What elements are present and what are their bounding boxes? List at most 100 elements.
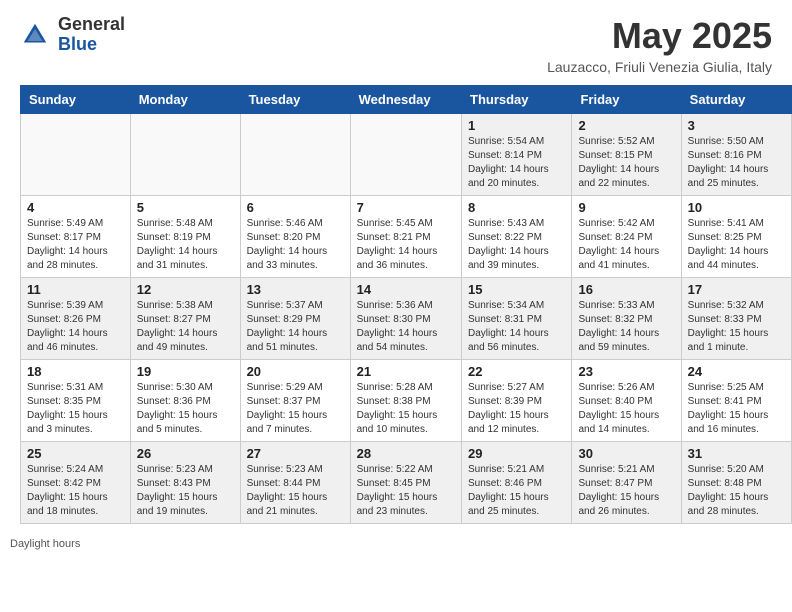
calendar-cell: 16Sunrise: 5:33 AM Sunset: 8:32 PM Dayli… bbox=[572, 278, 681, 360]
day-info: Sunrise: 5:32 AM Sunset: 8:33 PM Dayligh… bbox=[688, 299, 785, 355]
day-info: Sunrise: 5:28 AM Sunset: 8:38 PM Dayligh… bbox=[357, 381, 455, 437]
day-info: Sunrise: 5:20 AM Sunset: 8:48 PM Dayligh… bbox=[688, 463, 785, 519]
day-info: Sunrise: 5:30 AM Sunset: 8:36 PM Dayligh… bbox=[137, 381, 234, 437]
day-number: 4 bbox=[27, 200, 124, 215]
calendar-cell: 14 Sunrise: 5:36 AM Sunset: 8:30 PM Dayli… bbox=[350, 278, 461, 360]
page-header: General Blue May 2025 Lauzacco, Friuli V… bbox=[0, 0, 792, 85]
day-number: 20 bbox=[247, 364, 344, 379]
calendar-cell: 21 Sunrise: 5:28 AM Sunset: 8:38 PM Dayli… bbox=[350, 360, 461, 442]
calendar-cell: 24Sunrise: 5:25 AM Sunset: 8:41 PM Dayli… bbox=[681, 360, 791, 442]
day-number: 13 bbox=[247, 282, 344, 297]
calendar-cell: 15 Sunrise: 5:34 AM Sunset: 8:31 PM Dayli… bbox=[462, 278, 572, 360]
day-number: 23 bbox=[578, 364, 674, 379]
calendar-cell: 5Sunrise: 5:48 AM Sunset: 8:19 PM Daylig… bbox=[130, 196, 240, 278]
footer: Daylight hours bbox=[0, 534, 792, 556]
calendar-week-2: 11 Sunrise: 5:39 AM Sunset: 8:26 PM Dayli… bbox=[21, 278, 792, 360]
day-number: 10 bbox=[688, 200, 785, 215]
day-number: 15 bbox=[468, 282, 565, 297]
day-info: Sunrise: 5:31 AM Sunset: 8:35 PM Dayligh… bbox=[27, 381, 124, 437]
col-sunday: Sunday bbox=[21, 86, 131, 114]
calendar-cell: 25Sunrise: 5:24 AM Sunset: 8:42 PM Dayli… bbox=[21, 442, 131, 524]
calendar-cell: 8Sunrise: 5:43 AM Sunset: 8:22 PM Daylig… bbox=[462, 196, 572, 278]
day-number: 19 bbox=[137, 364, 234, 379]
day-number: 29 bbox=[468, 446, 565, 461]
day-number: 25 bbox=[27, 446, 124, 461]
day-info: Sunrise: 5:39 AM Sunset: 8:26 PM Dayligh… bbox=[27, 299, 124, 355]
calendar-cell: 29 Sunrise: 5:21 AM Sunset: 8:46 PM Dayli… bbox=[462, 442, 572, 524]
title-section: May 2025 Lauzacco, Friuli Venezia Giulia… bbox=[547, 15, 772, 75]
day-number: 22 bbox=[468, 364, 565, 379]
header-row: Sunday Monday Tuesday Wednesday Thursday… bbox=[21, 86, 792, 114]
calendar-cell: 10 Sunrise: 5:41 AM Sunset: 8:25 PM Dayli… bbox=[681, 196, 791, 278]
logo-general: General bbox=[58, 15, 125, 35]
day-info: Sunrise: 5:27 AM Sunset: 8:39 PM Dayligh… bbox=[468, 381, 565, 437]
day-info: Sunrise: 5:41 AM Sunset: 8:25 PM Dayligh… bbox=[688, 217, 785, 273]
logo-icon bbox=[20, 20, 50, 50]
calendar-wrapper: Sunday Monday Tuesday Wednesday Thursday… bbox=[0, 85, 792, 534]
calendar-cell: 23 Sunrise: 5:26 AM Sunset: 8:40 PM Dayli… bbox=[572, 360, 681, 442]
calendar-cell: 18 Sunrise: 5:31 AM Sunset: 8:35 PM Dayli… bbox=[21, 360, 131, 442]
day-number: 30 bbox=[578, 446, 674, 461]
day-number: 7 bbox=[357, 200, 455, 215]
calendar-cell: 6 Sunrise: 5:46 AM Sunset: 8:20 PM Daylig… bbox=[240, 196, 350, 278]
day-number: 14 bbox=[357, 282, 455, 297]
day-number: 12 bbox=[137, 282, 234, 297]
col-wednesday: Wednesday bbox=[350, 86, 461, 114]
day-info: Sunrise: 5:25 AM Sunset: 8:41 PM Dayligh… bbox=[688, 381, 785, 437]
day-info: Sunrise: 5:23 AM Sunset: 8:44 PM Dayligh… bbox=[247, 463, 344, 519]
location: Lauzacco, Friuli Venezia Giulia, Italy bbox=[547, 59, 772, 75]
calendar-cell bbox=[21, 114, 131, 196]
calendar-body: 1Sunrise: 5:54 AM Sunset: 8:14 PM Daylig… bbox=[21, 114, 792, 524]
calendar-cell: 27 Sunrise: 5:23 AM Sunset: 8:44 PM Dayli… bbox=[240, 442, 350, 524]
calendar-cell: 4Sunrise: 5:49 AM Sunset: 8:17 PM Daylig… bbox=[21, 196, 131, 278]
calendar-cell: 19 Sunrise: 5:30 AM Sunset: 8:36 PM Dayli… bbox=[130, 360, 240, 442]
day-number: 5 bbox=[137, 200, 234, 215]
calendar-cell: 17 Sunrise: 5:32 AM Sunset: 8:33 PM Dayli… bbox=[681, 278, 791, 360]
calendar-header: Sunday Monday Tuesday Wednesday Thursday… bbox=[21, 86, 792, 114]
day-number: 28 bbox=[357, 446, 455, 461]
day-number: 18 bbox=[27, 364, 124, 379]
day-info: Sunrise: 5:43 AM Sunset: 8:22 PM Dayligh… bbox=[468, 217, 565, 273]
month-title: May 2025 bbox=[547, 15, 772, 57]
day-number: 2 bbox=[578, 118, 674, 133]
day-info: Sunrise: 5:52 AM Sunset: 8:15 PM Dayligh… bbox=[578, 135, 674, 191]
day-number: 17 bbox=[688, 282, 785, 297]
day-info: Sunrise: 5:36 AM Sunset: 8:30 PM Dayligh… bbox=[357, 299, 455, 355]
day-number: 9 bbox=[578, 200, 674, 215]
day-info: Sunrise: 5:26 AM Sunset: 8:40 PM Dayligh… bbox=[578, 381, 674, 437]
col-saturday: Saturday bbox=[681, 86, 791, 114]
calendar-cell: 26 Sunrise: 5:23 AM Sunset: 8:43 PM Dayli… bbox=[130, 442, 240, 524]
day-info: Sunrise: 5:23 AM Sunset: 8:43 PM Dayligh… bbox=[137, 463, 234, 519]
calendar-cell: 11 Sunrise: 5:39 AM Sunset: 8:26 PM Dayli… bbox=[21, 278, 131, 360]
day-number: 21 bbox=[357, 364, 455, 379]
footer-text: Daylight hours bbox=[10, 538, 80, 550]
day-number: 27 bbox=[247, 446, 344, 461]
calendar-table: Sunday Monday Tuesday Wednesday Thursday… bbox=[20, 85, 792, 524]
day-info: Sunrise: 5:46 AM Sunset: 8:20 PM Dayligh… bbox=[247, 217, 344, 273]
calendar-cell: 3Sunrise: 5:50 AM Sunset: 8:16 PM Daylig… bbox=[681, 114, 791, 196]
day-info: Sunrise: 5:42 AM Sunset: 8:24 PM Dayligh… bbox=[578, 217, 674, 273]
calendar-cell bbox=[350, 114, 461, 196]
day-number: 26 bbox=[137, 446, 234, 461]
day-info: Sunrise: 5:34 AM Sunset: 8:31 PM Dayligh… bbox=[468, 299, 565, 355]
col-friday: Friday bbox=[572, 86, 681, 114]
day-info: Sunrise: 5:33 AM Sunset: 8:32 PM Dayligh… bbox=[578, 299, 674, 355]
day-number: 6 bbox=[247, 200, 344, 215]
calendar-week-1: 4Sunrise: 5:49 AM Sunset: 8:17 PM Daylig… bbox=[21, 196, 792, 278]
col-tuesday: Tuesday bbox=[240, 86, 350, 114]
day-number: 11 bbox=[27, 282, 124, 297]
calendar-cell: 28 Sunrise: 5:22 AM Sunset: 8:45 PM Dayli… bbox=[350, 442, 461, 524]
day-info: Sunrise: 5:21 AM Sunset: 8:47 PM Dayligh… bbox=[578, 463, 674, 519]
calendar-cell: 2 Sunrise: 5:52 AM Sunset: 8:15 PM Daylig… bbox=[572, 114, 681, 196]
day-info: Sunrise: 5:22 AM Sunset: 8:45 PM Dayligh… bbox=[357, 463, 455, 519]
calendar-cell: 12Sunrise: 5:38 AM Sunset: 8:27 PM Dayli… bbox=[130, 278, 240, 360]
day-info: Sunrise: 5:45 AM Sunset: 8:21 PM Dayligh… bbox=[357, 217, 455, 273]
calendar-cell bbox=[130, 114, 240, 196]
col-monday: Monday bbox=[130, 86, 240, 114]
calendar-cell: 9 Sunrise: 5:42 AM Sunset: 8:24 PM Daylig… bbox=[572, 196, 681, 278]
logo-text: General Blue bbox=[58, 15, 125, 55]
calendar-cell: 30 Sunrise: 5:21 AM Sunset: 8:47 PM Dayli… bbox=[572, 442, 681, 524]
day-info: Sunrise: 5:21 AM Sunset: 8:46 PM Dayligh… bbox=[468, 463, 565, 519]
logo-blue: Blue bbox=[58, 35, 125, 55]
day-number: 31 bbox=[688, 446, 785, 461]
